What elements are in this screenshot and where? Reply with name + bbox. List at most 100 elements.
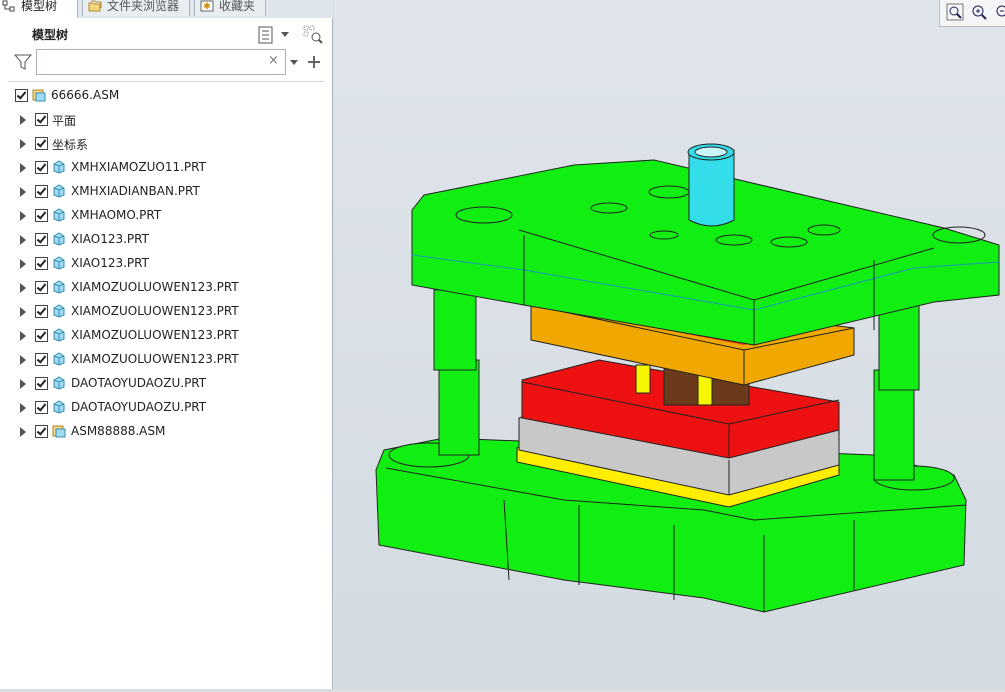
yellow-guide-pin-right: [697, 374, 713, 406]
visibility-checkbox[interactable]: [35, 161, 48, 174]
tree-item-label: XIAMOZUOLUOWEN123.PRT: [71, 304, 239, 318]
tab-label: 模型树: [21, 0, 58, 13]
tree-item-label: XIAMOZUOLUOWEN123.PRT: [71, 280, 239, 294]
tree-item-label: XIAMOZUOLUOWEN123.PRT: [71, 328, 239, 342]
tree-item-label: DAOTAOYUDAOZU.PRT: [71, 376, 207, 390]
chevron-down-icon[interactable]: [289, 59, 299, 67]
tree-row[interactable]: XMHAOMO.PRT: [0, 204, 330, 228]
tree-row[interactable]: XIAMOZUOLUOWEN123.PRT: [0, 276, 330, 300]
panel-tab-bar: 模型树 文件夹浏览器 ✱ 收藏夹: [0, 0, 333, 19]
tab-favorites[interactable]: ✱ 收藏夹: [194, 0, 266, 16]
visibility-checkbox[interactable]: [35, 281, 48, 294]
tree-row[interactable]: 坐标系: [0, 132, 330, 156]
tree-settings-icon[interactable]: [257, 26, 275, 44]
add-icon[interactable]: [307, 55, 321, 69]
tab-folder-browser[interactable]: 文件夹浏览器: [82, 0, 190, 16]
tree-item-label: ASM88888.ASM: [71, 424, 166, 438]
tree-item-label: XMHXIADIANBAN.PRT: [71, 184, 200, 198]
visibility-checkbox[interactable]: [35, 353, 48, 366]
tree-row[interactable]: XIAO123.PRT: [0, 252, 330, 276]
zoom-in-icon[interactable]: [970, 3, 988, 21]
tab-label: 文件夹浏览器: [107, 0, 180, 13]
expand-arrow-icon[interactable]: [20, 331, 26, 341]
expand-arrow-icon[interactable]: [20, 259, 26, 269]
part-icon: [53, 400, 65, 414]
tab-label: 收藏夹: [219, 0, 256, 13]
guide-post-left-lower: [438, 359, 480, 456]
expand-arrow-icon[interactable]: [20, 235, 26, 245]
tree-row[interactable]: XIAMOZUOLUOWEN123.PRT: [0, 348, 330, 372]
tree-row[interactable]: XIAMOZUOLUOWEN123.PRT: [0, 324, 330, 348]
expand-arrow-icon[interactable]: [20, 283, 26, 293]
tab-model-tree[interactable]: 模型树: [0, 0, 78, 18]
part-icon: [53, 376, 65, 390]
die-set-model-view[interactable]: [334, 0, 1005, 689]
expand-arrow-icon[interactable]: [20, 187, 26, 197]
view-toolbar: [939, 0, 1005, 27]
tree-row[interactable]: XMHXIADIANBAN.PRT: [0, 180, 330, 204]
tree-item-label: XIAO123.PRT: [71, 232, 149, 246]
tree-row[interactable]: XIAO123.PRT: [0, 228, 330, 252]
zoom-fit-icon[interactable]: [946, 3, 964, 21]
expand-arrow-icon[interactable]: [20, 355, 26, 365]
show-columns-icon[interactable]: [302, 24, 324, 44]
filter-row: ×: [0, 48, 332, 78]
tree-item-label: XIAMOZUOLUOWEN123.PRT: [71, 352, 239, 366]
part-icon: [53, 352, 65, 366]
expand-arrow-icon[interactable]: [20, 115, 26, 125]
visibility-checkbox[interactable]: [35, 329, 48, 342]
search-input[interactable]: [36, 49, 286, 75]
expand-arrow-icon[interactable]: [20, 139, 26, 149]
expand-arrow-icon[interactable]: [20, 307, 26, 317]
yellow-guide-pin-left: [635, 364, 651, 394]
assembly-icon: [32, 89, 46, 102]
tree-row[interactable]: XMHXIAMOZUO11.PRT: [0, 156, 330, 180]
model-tree-icon: [2, 0, 15, 12]
panel-header: 模型树: [0, 18, 332, 48]
tree-item-label: DAOTAOYUDAOZU.PRT: [71, 400, 207, 414]
visibility-checkbox[interactable]: [35, 209, 48, 222]
part-icon: [53, 280, 65, 294]
zoom-out-icon[interactable]: [994, 3, 1005, 21]
visibility-checkbox[interactable]: [35, 377, 48, 390]
part-icon: [53, 304, 65, 318]
part-icon: [53, 256, 65, 270]
visibility-checkbox[interactable]: [35, 113, 48, 126]
tree-item-label: XIAO123.PRT: [71, 256, 149, 270]
tree-row[interactable]: ASM88888.ASM: [0, 420, 330, 444]
tree-row[interactable]: 平面: [0, 108, 330, 132]
part-icon: [53, 232, 65, 246]
visibility-checkbox[interactable]: [35, 233, 48, 246]
expand-arrow-icon[interactable]: [20, 379, 26, 389]
tree-item-label: 坐标系: [52, 138, 89, 152]
expand-arrow-icon[interactable]: [20, 163, 26, 173]
tree-row[interactable]: XIAMOZUOLUOWEN123.PRT: [0, 300, 330, 324]
expand-arrow-icon[interactable]: [20, 211, 26, 221]
chevron-down-icon[interactable]: [280, 31, 290, 39]
part-icon: [53, 184, 65, 198]
graphics-viewport[interactable]: [334, 0, 1005, 689]
tree-item-label: XMHAOMO.PRT: [71, 208, 162, 222]
visibility-checkbox[interactable]: [35, 185, 48, 198]
visibility-checkbox[interactable]: [35, 401, 48, 414]
visibility-checkbox[interactable]: [35, 257, 48, 270]
expand-arrow-icon[interactable]: [20, 403, 26, 413]
panel-title: 模型树: [32, 28, 69, 42]
tree-row[interactable]: 66666.ASM: [0, 84, 330, 108]
tree-row[interactable]: DAOTAOYUDAOZU.PRT: [0, 372, 330, 396]
visibility-checkbox[interactable]: [35, 137, 48, 150]
cyan-guide-bushing: [688, 149, 735, 227]
visibility-checkbox[interactable]: [35, 425, 48, 438]
expand-arrow-icon[interactable]: [20, 427, 26, 437]
part-icon: [53, 208, 65, 222]
tree-row[interactable]: DAOTAOYUDAOZU.PRT: [0, 396, 330, 420]
filter-icon[interactable]: [14, 54, 32, 70]
assembly-icon: [52, 425, 66, 438]
visibility-checkbox[interactable]: [15, 89, 28, 102]
guide-post-left-upper: [433, 289, 477, 371]
clear-search-icon[interactable]: ×: [268, 53, 279, 68]
part-icon: [53, 328, 65, 342]
visibility-checkbox[interactable]: [35, 305, 48, 318]
tree-item-label: 66666.ASM: [51, 88, 120, 102]
part-icon: [53, 160, 65, 174]
